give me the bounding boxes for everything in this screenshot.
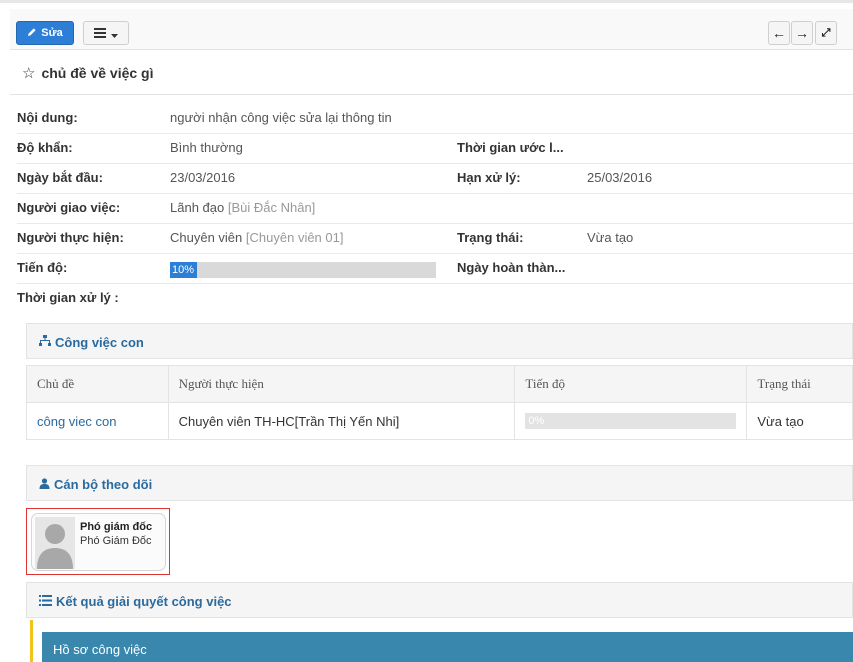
edit-button-label: Sửa <box>41 27 63 39</box>
followers-panel-header: Cán bộ theo dõi <box>26 465 853 501</box>
expand-icon: ⤢ <box>821 26 831 39</box>
expand-button[interactable]: ⤢ <box>815 21 837 45</box>
results-panel-header: Kết quả giải quyết công việc <box>26 582 853 618</box>
star-icon[interactable]: ☆ <box>22 64 35 82</box>
assignee-label: Người thực hiện: <box>17 230 124 245</box>
table-header-row: Chủ đề Người thực hiện Tiến độ Trạng thá… <box>26 365 853 403</box>
subtask-progress-bar: 0% <box>525 413 737 429</box>
list-icon <box>94 26 106 41</box>
follower-card[interactable]: Phó giám đốc Phó Giám Đốc <box>31 513 166 571</box>
progress-label: Tiến độ: <box>17 260 68 275</box>
avatar <box>35 517 75 570</box>
toolbar: Sửa ← → ⤢ <box>10 9 853 50</box>
assignee-row: Người thực hiện: Chuyên viên [Chuyên viê… <box>17 223 853 254</box>
status-value: Vừa tạo <box>587 230 634 245</box>
task-title: chủ đề về việc gì <box>41 65 154 81</box>
processing-time-label: Thời gian xử lý : <box>17 290 119 305</box>
user-icon <box>39 477 50 492</box>
content-label: Nội dung: <box>17 110 78 125</box>
column-header-topic[interactable]: Chủ đề <box>26 365 169 403</box>
assigner-name: [Bùi Đắc Nhân] <box>227 200 316 215</box>
column-header-assignee[interactable]: Người thực hiện <box>167 365 516 403</box>
content-value: người nhận công việc sửa lại thông tin <box>170 110 392 125</box>
follower-role: Phó Giám Đốc <box>80 535 152 547</box>
content-row: Nội dung: người nhận công việc sửa lại t… <box>17 103 853 134</box>
assigner-value: Lãnh đạo [Bùi Đắc Nhân] <box>170 200 315 215</box>
assignee-name: [Chuyên viên 01] <box>245 230 344 245</box>
urgency-row: Độ khẩn: Bình thường Thời gian ước l... <box>17 133 853 164</box>
pencil-icon <box>27 27 37 40</box>
follower-name: Phó giám đốc <box>80 521 153 533</box>
urgency-label: Độ khẩn: <box>17 140 73 155</box>
menu-dropdown-button[interactable] <box>83 21 129 45</box>
previous-button[interactable]: ← <box>768 21 790 45</box>
sitemap-icon <box>39 335 51 350</box>
subtask-link[interactable]: công viec con <box>37 414 117 429</box>
start-date-label: Ngày bắt đầu: <box>17 170 103 185</box>
estimated-time-label: Thời gian ước l... <box>457 140 564 155</box>
processing-time-row: Thời gian xử lý : <box>17 283 853 313</box>
follower-highlight: Phó giám đốc Phó Giám Đốc <box>26 508 170 575</box>
subtasks-title-text: Công việc con <box>55 335 144 350</box>
followers-title: Cán bộ theo dõi <box>39 477 152 492</box>
next-button[interactable]: → <box>791 21 813 45</box>
arrow-left-icon: ← <box>772 25 786 41</box>
status-label: Trạng thái: <box>457 230 524 245</box>
results-title: Kết quả giải quyết công việc <box>39 594 232 609</box>
deadline-label: Hạn xử lý: <box>457 170 521 185</box>
assigner-row: Người giao việc: Lãnh đạo [Bùi Đắc Nhân] <box>17 193 853 224</box>
results-section: Hồ sơ công việc <box>30 620 853 662</box>
followers-title-text: Cán bộ theo dõi <box>54 477 153 492</box>
work-records-header[interactable]: Hồ sơ công việc <box>42 632 853 662</box>
start-date-value: 23/03/2016 <box>170 170 236 185</box>
deadline-value: 25/03/2016 <box>587 170 653 185</box>
list-ul-icon <box>39 594 52 609</box>
page-title: ☆ chủ đề về việc gì <box>22 64 154 82</box>
results-title-text: Kết quả giải quyết công việc <box>56 594 232 609</box>
edit-button[interactable]: Sửa <box>16 21 74 45</box>
progress-bar: 10% <box>170 262 436 278</box>
assigner-label: Người giao việc: <box>17 200 121 215</box>
subtasks-title: Công việc con <box>39 335 144 350</box>
subtask-status: Vừa tạo <box>746 402 853 440</box>
progress-bar-fill: 10% <box>170 262 197 278</box>
assigner-role: Lãnh đạo <box>170 200 225 215</box>
subtasks-panel-header: Công việc con <box>26 323 853 359</box>
subtask-assignee: Chuyên viên TH-HC[Trần Thị Yến Nhi] <box>167 402 516 440</box>
task-header: ☆ chủ đề về việc gì <box>10 50 853 95</box>
arrow-right-icon: → <box>795 25 809 41</box>
urgency-value: Bình thường <box>170 140 243 155</box>
table-row: công viec con Chuyên viên TH-HC[Trần Thị… <box>26 402 853 440</box>
column-header-progress[interactable]: Tiến độ <box>514 365 748 403</box>
assignee-value: Chuyên viên [Chuyên viên 01] <box>170 230 343 245</box>
work-records-title: Hồ sơ công việc <box>53 642 147 657</box>
top-accent-line <box>0 0 853 3</box>
assignee-role: Chuyên viên <box>170 230 243 245</box>
progress-row: Tiến độ: 10% Ngày hoàn thàn... <box>17 253 853 284</box>
column-header-status[interactable]: Trạng thái <box>746 365 853 403</box>
completion-date-label: Ngày hoàn thàn... <box>457 260 566 275</box>
subtasks-table: Chủ đề Người thực hiện Tiến độ Trạng thá… <box>26 365 853 440</box>
caret-down-icon <box>111 26 118 41</box>
date-row: Ngày bắt đầu: 23/03/2016 Hạn xử lý: 25/0… <box>17 163 853 194</box>
